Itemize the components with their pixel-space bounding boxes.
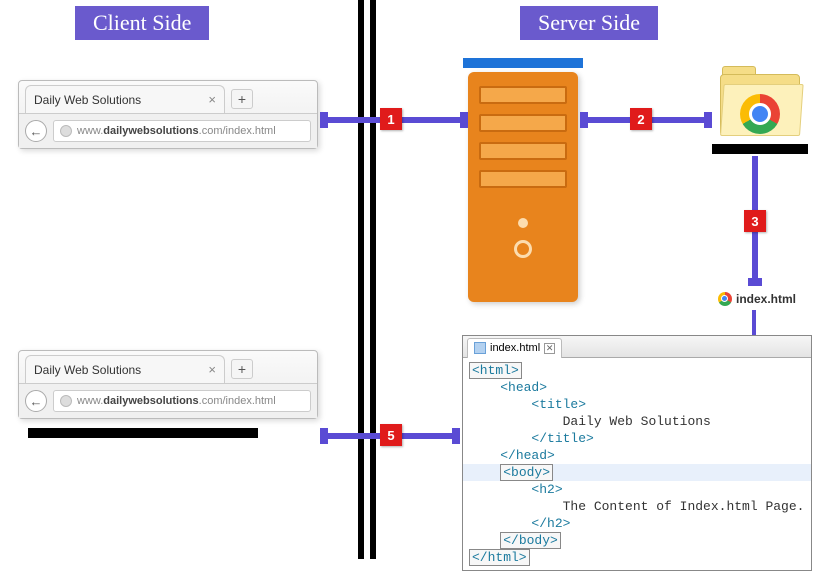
new-tab-button[interactable]: +: [231, 89, 253, 109]
browser-window-bottom: Daily Web Solutions × + ← www.dailywebso…: [18, 350, 318, 419]
code-line: The Content of Index.html Page.: [563, 499, 805, 514]
code-file-tab[interactable]: index.html ✕: [467, 338, 562, 358]
code-line: </head>: [500, 448, 555, 463]
conn-cap: [748, 278, 762, 286]
conn-cap: [452, 428, 460, 444]
browser-tab[interactable]: Daily Web Solutions ×: [25, 85, 225, 113]
tab-row: Daily Web Solutions × +: [19, 81, 317, 113]
code-line: </html>: [469, 549, 530, 566]
new-tab-button[interactable]: +: [231, 359, 253, 379]
cd-drive-icon: [514, 240, 532, 258]
file-label: index.html: [718, 292, 796, 306]
tab-close-icon[interactable]: ×: [208, 362, 216, 377]
code-body: <html> <head> <title> Daily Web Solution…: [463, 358, 811, 570]
server-side-header: Server Side: [520, 6, 658, 40]
close-icon[interactable]: ✕: [544, 343, 555, 354]
file-name: index.html: [736, 292, 796, 306]
address-bar[interactable]: www.dailywebsolutions.com/index.html: [53, 120, 311, 142]
center-divider: [358, 0, 364, 559]
black-bar-client: [28, 428, 258, 438]
code-line: </body>: [500, 532, 561, 549]
code-line: Daily Web Solutions: [563, 414, 711, 429]
tab-title: Daily Web Solutions: [34, 93, 141, 107]
power-light: [518, 218, 528, 228]
code-line: <head>: [500, 380, 547, 395]
back-button[interactable]: ←: [25, 120, 47, 142]
url-prefix: www.: [77, 125, 103, 137]
client-side-header: Client Side: [75, 6, 209, 40]
html-file-icon: [474, 342, 486, 354]
code-tab-row: index.html ✕: [463, 336, 811, 358]
url-domain: dailywebsolutions: [103, 395, 198, 407]
address-row: ← www.dailywebsolutions.com/index.html: [19, 383, 317, 418]
step-3-badge: 3: [744, 210, 766, 232]
code-line: <html>: [469, 362, 522, 379]
drive-bay: [479, 114, 567, 132]
folder-icon: [720, 66, 800, 144]
center-divider-2: [370, 0, 376, 559]
step-5-badge: 5: [380, 424, 402, 446]
code-line: </title>: [531, 431, 593, 446]
code-line: </h2>: [531, 516, 570, 531]
step-1-badge: 1: [380, 108, 402, 130]
back-button[interactable]: ←: [25, 390, 47, 412]
code-tab-label: index.html: [490, 342, 540, 354]
tab-row: Daily Web Solutions × +: [19, 351, 317, 383]
server-cap: [463, 58, 583, 68]
drive-bay: [479, 86, 567, 104]
chrome-icon: [718, 292, 732, 306]
conn-cap: [460, 112, 468, 128]
tab-title: Daily Web Solutions: [34, 363, 141, 377]
url-suffix: .com/index.html: [199, 125, 276, 137]
url-prefix: www.: [77, 395, 103, 407]
browser-window-top: Daily Web Solutions × + ← www.dailywebso…: [18, 80, 318, 149]
step-2-badge: 2: [630, 108, 652, 130]
code-editor-panel: index.html ✕ <html> <head> <title> Daily…: [462, 335, 812, 571]
drive-bay: [479, 170, 567, 188]
address-row: ← www.dailywebsolutions.com/index.html: [19, 113, 317, 148]
globe-icon: [60, 125, 72, 137]
code-line: <title>: [531, 397, 586, 412]
browser-tab[interactable]: Daily Web Solutions ×: [25, 355, 225, 383]
black-bar-folder: [712, 144, 808, 154]
globe-icon: [60, 395, 72, 407]
url-suffix: .com/index.html: [199, 395, 276, 407]
url-domain: dailywebsolutions: [103, 125, 198, 137]
chrome-icon: [740, 94, 780, 134]
address-bar[interactable]: www.dailywebsolutions.com/index.html: [53, 390, 311, 412]
drive-bay: [479, 142, 567, 160]
server-tower: [468, 72, 578, 302]
conn-cap: [704, 112, 712, 128]
tab-close-icon[interactable]: ×: [208, 92, 216, 107]
code-line: <h2>: [531, 482, 562, 497]
code-line: <body>: [500, 464, 553, 481]
